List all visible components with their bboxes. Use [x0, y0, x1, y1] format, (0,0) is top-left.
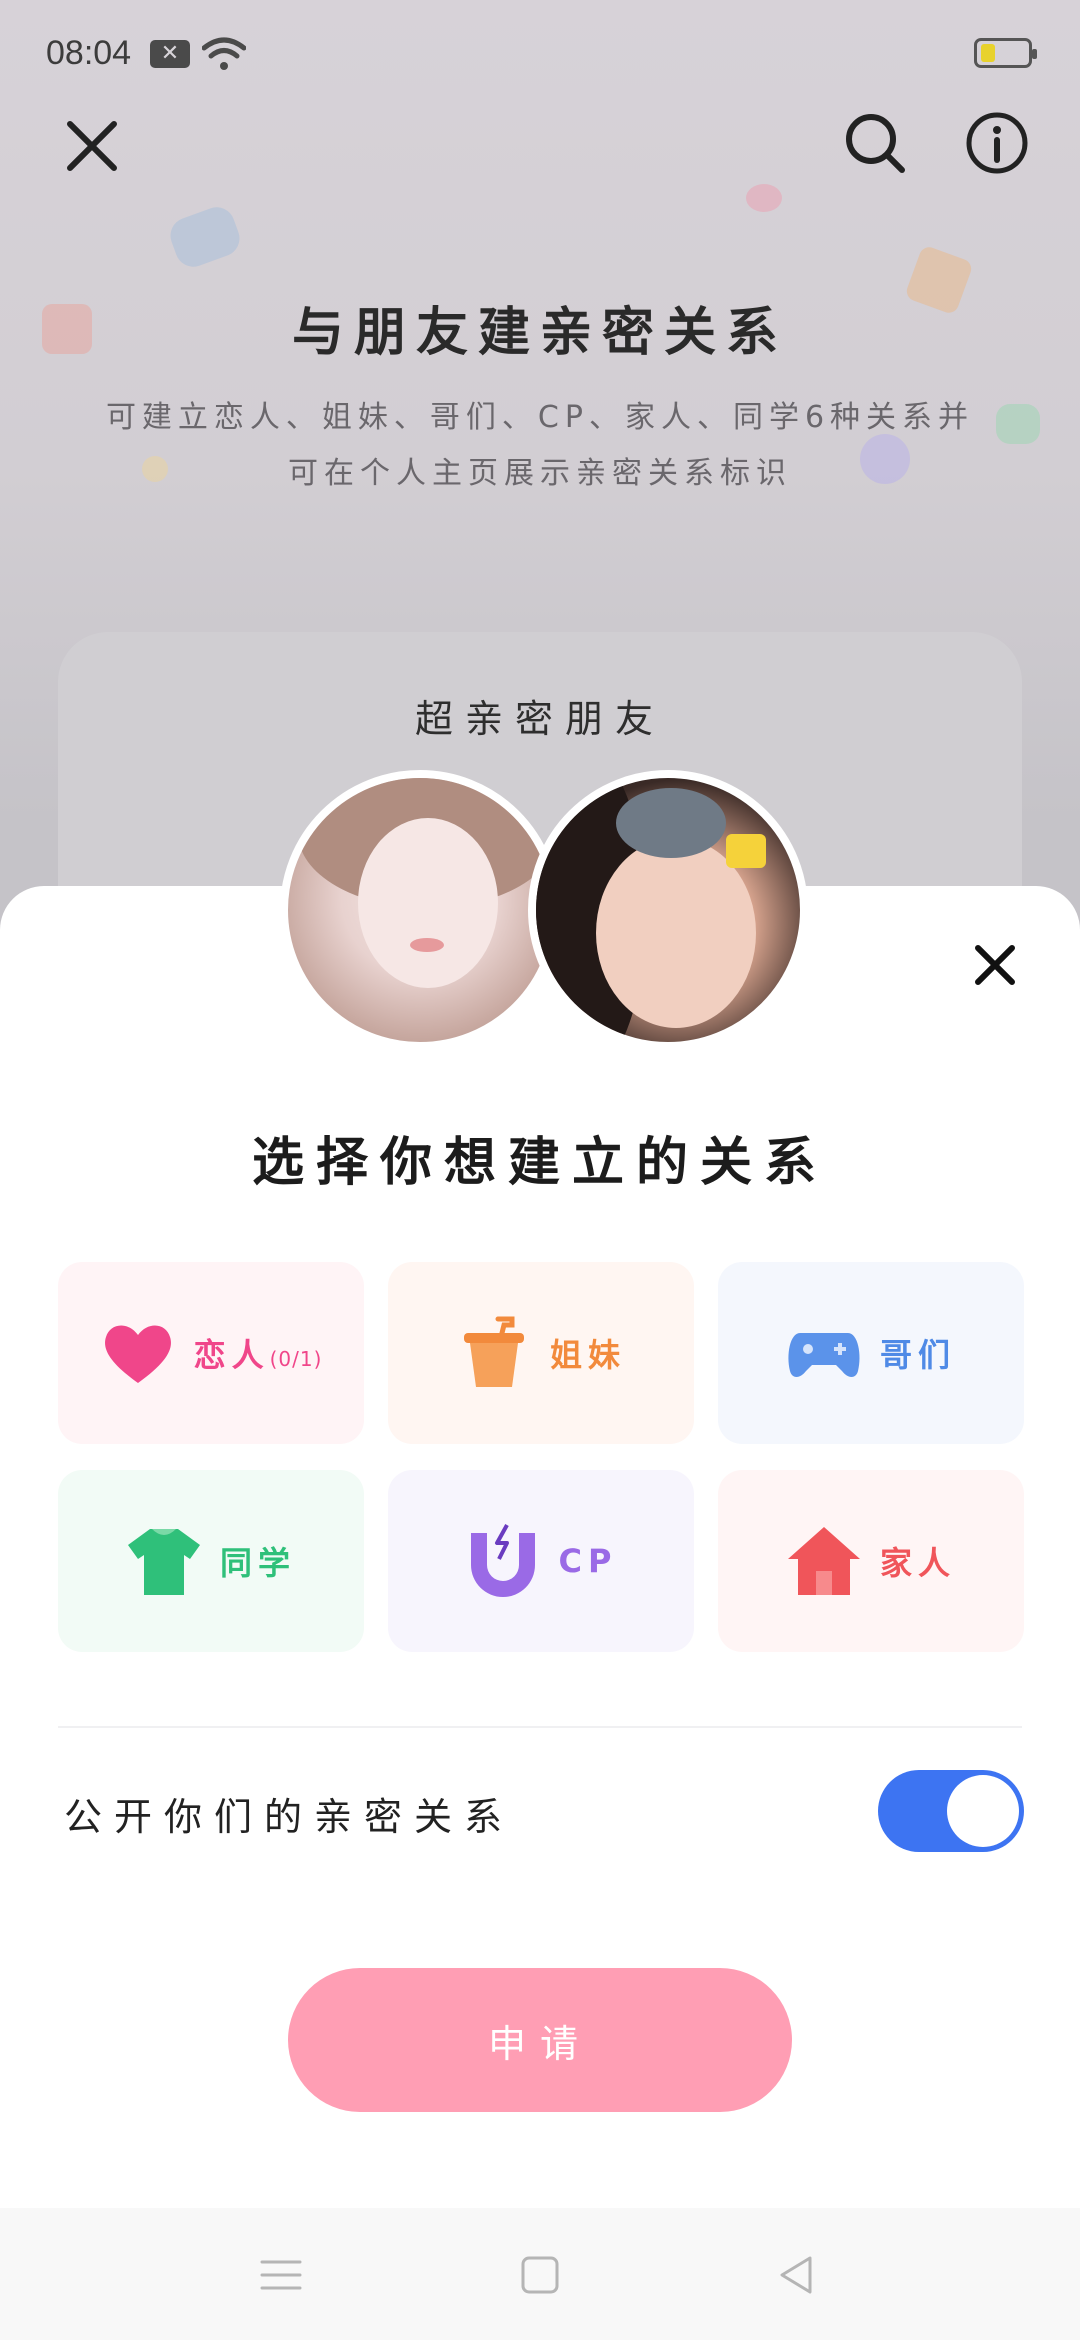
option-cp[interactable]: CP: [388, 1470, 694, 1652]
decoration-controller: [165, 202, 245, 272]
background-description-line2: 可在个人主页展示亲密关系标识: [288, 456, 792, 491]
option-lover-text: 恋人: [193, 1336, 270, 1374]
tshirt-icon: [127, 1529, 200, 1595]
back-triangle-icon[interactable]: [772, 2250, 822, 2300]
avatar-friend: [528, 770, 808, 1050]
option-family-label: 家人: [879, 1544, 956, 1582]
public-relationship-toggle[interactable]: [878, 1770, 1024, 1852]
avatar-self: [280, 770, 560, 1050]
decoration-heart: [746, 184, 782, 212]
apply-button[interactable]: 申请: [288, 1968, 792, 2112]
divider: [58, 1726, 1022, 1728]
option-classmates[interactable]: 同学: [58, 1470, 364, 1652]
option-bros[interactable]: 哥们: [718, 1262, 1024, 1444]
background-description-line1: 可建立恋人、姐妹、哥们、CP、家人、同学6种关系并: [105, 400, 975, 435]
battery-level: [981, 44, 995, 62]
status-bar: 08:04 ✕: [0, 0, 1080, 110]
heart-icon: [104, 1325, 171, 1383]
system-nav-bar: [0, 2208, 1080, 2340]
wifi-icon: [202, 37, 246, 70]
avatar-lips: [410, 938, 444, 952]
battery-icon: [974, 38, 1037, 68]
option-lover[interactable]: 恋人(0/1): [58, 1262, 364, 1444]
option-classmates-label: 同学: [219, 1544, 296, 1582]
close-box-icon: ✕: [150, 40, 190, 68]
background-description: 可建立恋人、姐妹、哥们、CP、家人、同学6种关系并 可在个人主页展示亲密关系标识: [100, 390, 980, 502]
house-icon: [787, 1527, 860, 1595]
sheet-close-icon[interactable]: [972, 942, 1018, 988]
option-sisters[interactable]: 姐妹: [388, 1262, 694, 1444]
avatar-face: [358, 818, 498, 988]
public-relationship-label: 公开你们的亲密关系: [64, 1795, 515, 1839]
option-lover-count: (0/1): [269, 1347, 323, 1371]
close-icon[interactable]: [62, 116, 122, 176]
option-cp-label: CP: [558, 1542, 618, 1580]
menu-icon[interactable]: [256, 2250, 306, 2300]
info-icon[interactable]: [964, 110, 1030, 176]
option-bros-label: 哥们: [879, 1336, 956, 1374]
cup-icon: [463, 1316, 524, 1387]
toggle-knob: [947, 1775, 1019, 1847]
option-lover-label: 恋人(0/1): [194, 1330, 323, 1376]
magnet-icon: [470, 1524, 535, 1597]
cloud-sticker: [616, 788, 726, 858]
gamepad-icon: [788, 1333, 860, 1377]
home-square-icon[interactable]: [515, 2250, 565, 2300]
option-family[interactable]: 家人: [718, 1470, 1024, 1652]
zz-sticker: [726, 834, 766, 868]
option-sisters-label: 姐妹: [549, 1336, 626, 1374]
search-icon[interactable]: [842, 110, 908, 176]
sheet-title: 选择你想建立的关系: [251, 1133, 828, 1193]
background-card-title: 超亲密朋友: [414, 697, 665, 741]
decoration-shirt: [996, 404, 1040, 444]
status-time: 08:04: [46, 34, 132, 72]
background-title: 与朋友建亲密关系: [291, 303, 788, 363]
